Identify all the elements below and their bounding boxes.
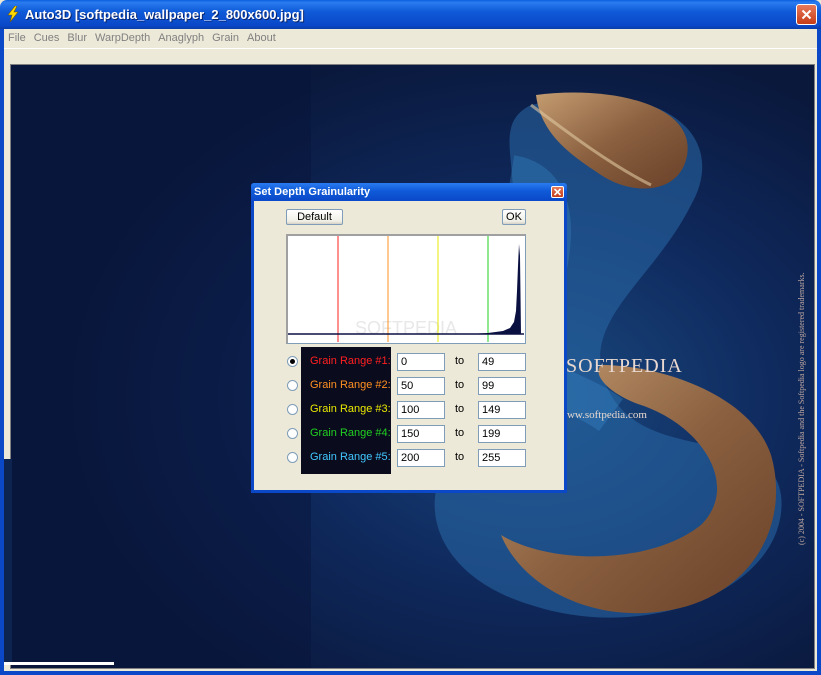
range-1-to-label: to bbox=[455, 355, 465, 367]
range-1-label: Grain Range #1: bbox=[310, 355, 391, 367]
histogram-svg: SOFTPEDIA bbox=[288, 236, 524, 342]
close-icon bbox=[801, 9, 812, 20]
range-3-radio[interactable] bbox=[287, 404, 298, 415]
close-button[interactable] bbox=[796, 4, 817, 25]
histogram-watermark: SOFTPEDIA bbox=[355, 318, 457, 338]
radio-selected-dot bbox=[290, 359, 295, 364]
range-3-from-field[interactable]: 100 bbox=[397, 401, 445, 419]
menu-about[interactable]: About bbox=[243, 29, 280, 48]
range-5-to-label: to bbox=[455, 451, 465, 463]
range-4-to-field[interactable]: 199 bbox=[478, 425, 526, 443]
histogram-plot[interactable]: SOFTPEDIA bbox=[286, 234, 526, 344]
range-4-to-label: to bbox=[455, 427, 465, 439]
range-3-to-field[interactable]: 149 bbox=[478, 401, 526, 419]
menu-anaglyph[interactable]: Anaglyph bbox=[154, 29, 208, 48]
range-1-to-field[interactable]: 49 bbox=[478, 353, 526, 371]
canvas-edge-strip bbox=[4, 459, 12, 664]
range-1-from-field[interactable]: 0 bbox=[397, 353, 445, 371]
range-5-from-field[interactable]: 200 bbox=[397, 449, 445, 467]
menu-separator bbox=[4, 48, 817, 49]
menu-warpdepth[interactable]: WarpDepth bbox=[91, 29, 154, 48]
title-bar[interactable]: Auto3D [softpedia_wallpaper_2_800x600.jp… bbox=[0, 0, 821, 29]
dialog-title: Set Depth Grainularity bbox=[254, 186, 371, 198]
image-brand-text: SOFTPEDIA bbox=[566, 355, 683, 377]
ok-button[interactable]: OK bbox=[502, 209, 526, 225]
lightning-bolt-icon bbox=[7, 6, 19, 22]
window-title: Auto3D [softpedia_wallpaper_2_800x600.jp… bbox=[25, 7, 304, 22]
menu-file[interactable]: File bbox=[4, 29, 30, 48]
range-2-to-label: to bbox=[455, 379, 465, 391]
range-2-label: Grain Range #2: bbox=[310, 379, 391, 391]
menu-bar: File Cues Blur WarpDepth Anaglyph Grain … bbox=[4, 29, 817, 48]
close-icon bbox=[554, 188, 561, 196]
range-4-label: Grain Range #4: bbox=[310, 427, 391, 439]
range-4-radio[interactable] bbox=[287, 428, 298, 439]
menu-cues[interactable]: Cues bbox=[30, 29, 64, 48]
range-4-from-field[interactable]: 150 bbox=[397, 425, 445, 443]
dialog-title-bar[interactable]: Set Depth Grainularity bbox=[251, 183, 567, 201]
image-url-text: www.softpedia.com bbox=[559, 409, 647, 421]
range-3-label: Grain Range #3: bbox=[310, 403, 391, 415]
canvas-edge-line bbox=[4, 662, 114, 665]
range-2-to-field[interactable]: 99 bbox=[478, 377, 526, 395]
range-2-radio[interactable] bbox=[287, 380, 298, 391]
dialog-close-button[interactable] bbox=[551, 186, 564, 198]
image-copyright-text: (c) 2004 - SOFTPEDIA - Softpedia and the… bbox=[797, 272, 806, 545]
range-3-to-label: to bbox=[455, 403, 465, 415]
default-button[interactable]: Default bbox=[286, 209, 343, 225]
range-5-label: Grain Range #5: bbox=[310, 451, 391, 463]
range-2-from-field[interactable]: 50 bbox=[397, 377, 445, 395]
range-1-radio[interactable] bbox=[287, 356, 298, 367]
range-5-radio[interactable] bbox=[287, 452, 298, 463]
menu-grain[interactable]: Grain bbox=[208, 29, 243, 48]
menu-blur[interactable]: Blur bbox=[63, 29, 91, 48]
range-5-to-field[interactable]: 255 bbox=[478, 449, 526, 467]
